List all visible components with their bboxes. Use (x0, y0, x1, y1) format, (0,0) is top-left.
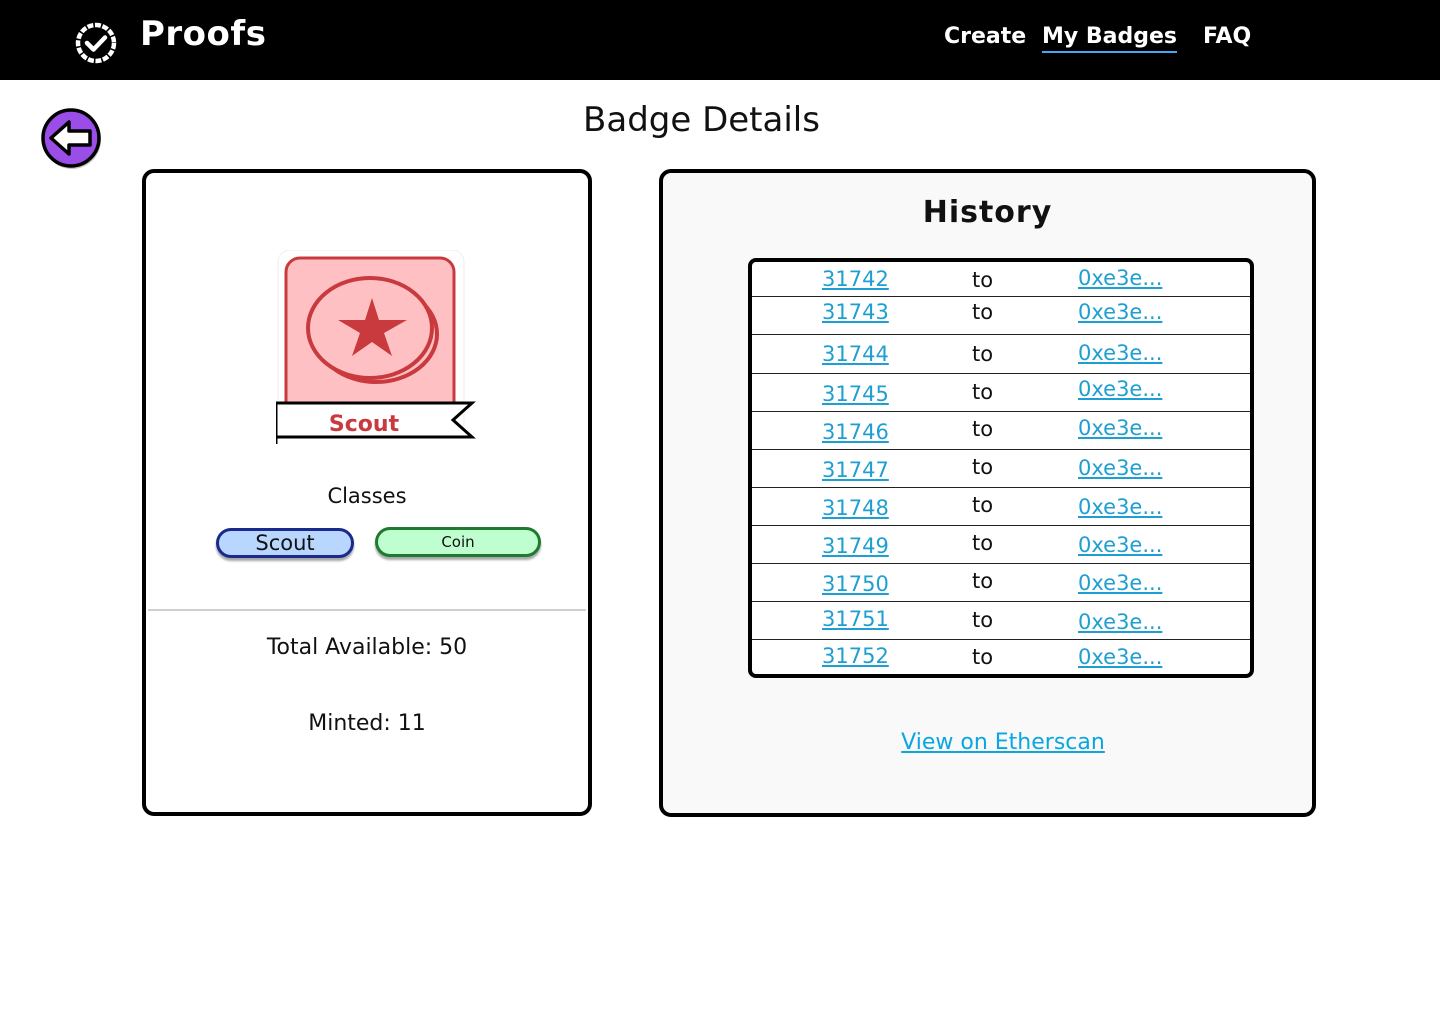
transfer-to-label: to (972, 268, 994, 292)
nav-create-link[interactable]: Create (944, 24, 1026, 49)
badge-name-label: Scout (329, 412, 400, 437)
class-tag-coin[interactable]: Coin (375, 527, 541, 557)
history-table: 31742 to 0xe3e... 31743 to 0xe3e... 3174… (748, 258, 1254, 678)
history-heading: History (922, 195, 1053, 230)
token-id-link[interactable]: 31751 (822, 607, 889, 631)
divider (148, 609, 586, 611)
transfer-to-label: to (972, 569, 994, 593)
history-card: History 31742 to 0xe3e... 31743 to 0xe3e… (659, 169, 1316, 817)
history-row: 31742 to 0xe3e... (752, 262, 1250, 297)
top-navigation-bar: Proofs Create My Badges FAQ (0, 0, 1440, 80)
token-id-link[interactable]: 31746 (822, 420, 889, 444)
badge-image: Scout (276, 250, 476, 444)
address-link[interactable]: 0xe3e... (1078, 300, 1162, 324)
token-id-link[interactable]: 31749 (822, 534, 889, 558)
check-circle-icon[interactable] (72, 20, 120, 66)
history-row: 31752 to 0xe3e... (752, 640, 1250, 674)
view-on-etherscan-link[interactable]: View on Etherscan (663, 730, 1343, 755)
token-id-link[interactable]: 31748 (822, 496, 889, 520)
minted-stat: Minted: 11 (308, 711, 426, 736)
history-row: 31743 to 0xe3e... (752, 297, 1250, 335)
transfer-to-label: to (972, 380, 994, 404)
history-row: 31749 to 0xe3e... (752, 526, 1250, 564)
history-row: 31746 to 0xe3e... (752, 412, 1250, 450)
classes-heading: Classes (327, 484, 407, 508)
address-link[interactable]: 0xe3e... (1078, 341, 1162, 365)
token-id-link[interactable]: 31750 (822, 572, 889, 596)
transfer-to-label: to (972, 493, 994, 517)
class-tag-scout[interactable]: Scout (216, 528, 354, 558)
address-link[interactable]: 0xe3e... (1078, 645, 1162, 669)
transfer-to-label: to (972, 645, 994, 669)
transfer-to-label: to (972, 455, 994, 479)
history-row: 31745 to 0xe3e... (752, 374, 1250, 412)
token-id-link[interactable]: 31743 (822, 300, 889, 324)
nav-faq-link[interactable]: FAQ (1203, 24, 1251, 49)
transfer-to-label: to (972, 417, 994, 441)
history-row: 31750 to 0xe3e... (752, 564, 1250, 602)
address-link[interactable]: 0xe3e... (1078, 416, 1162, 440)
address-link[interactable]: 0xe3e... (1078, 571, 1162, 595)
address-link[interactable]: 0xe3e... (1078, 610, 1162, 634)
token-id-link[interactable]: 31744 (822, 342, 889, 366)
history-row: 31751 to 0xe3e... (752, 602, 1250, 640)
address-link[interactable]: 0xe3e... (1078, 533, 1162, 557)
token-id-link[interactable]: 31752 (822, 644, 889, 668)
transfer-to-label: to (972, 300, 994, 324)
token-id-link[interactable]: 31747 (822, 458, 889, 482)
page-title: Badge Details (583, 100, 820, 140)
app-logo-text[interactable]: Proofs (140, 14, 266, 54)
history-row: 31747 to 0xe3e... (752, 450, 1250, 488)
token-id-link[interactable]: 31742 (822, 267, 889, 291)
token-id-link[interactable]: 31745 (822, 382, 889, 406)
address-link[interactable]: 0xe3e... (1078, 495, 1162, 519)
address-link[interactable]: 0xe3e... (1078, 266, 1162, 290)
transfer-to-label: to (972, 531, 994, 555)
badge-details-card: Scout Classes Scout Coin Total Available… (142, 169, 592, 816)
total-available-stat: Total Available: 50 (266, 635, 468, 660)
address-link[interactable]: 0xe3e... (1078, 377, 1162, 401)
address-link[interactable]: 0xe3e... (1078, 456, 1162, 480)
history-row: 31748 to 0xe3e... (752, 488, 1250, 526)
transfer-to-label: to (972, 608, 994, 632)
history-row: 31744 to 0xe3e... (752, 335, 1250, 374)
transfer-to-label: to (972, 342, 994, 366)
nav-my-badges-link[interactable]: My Badges (1042, 24, 1178, 53)
